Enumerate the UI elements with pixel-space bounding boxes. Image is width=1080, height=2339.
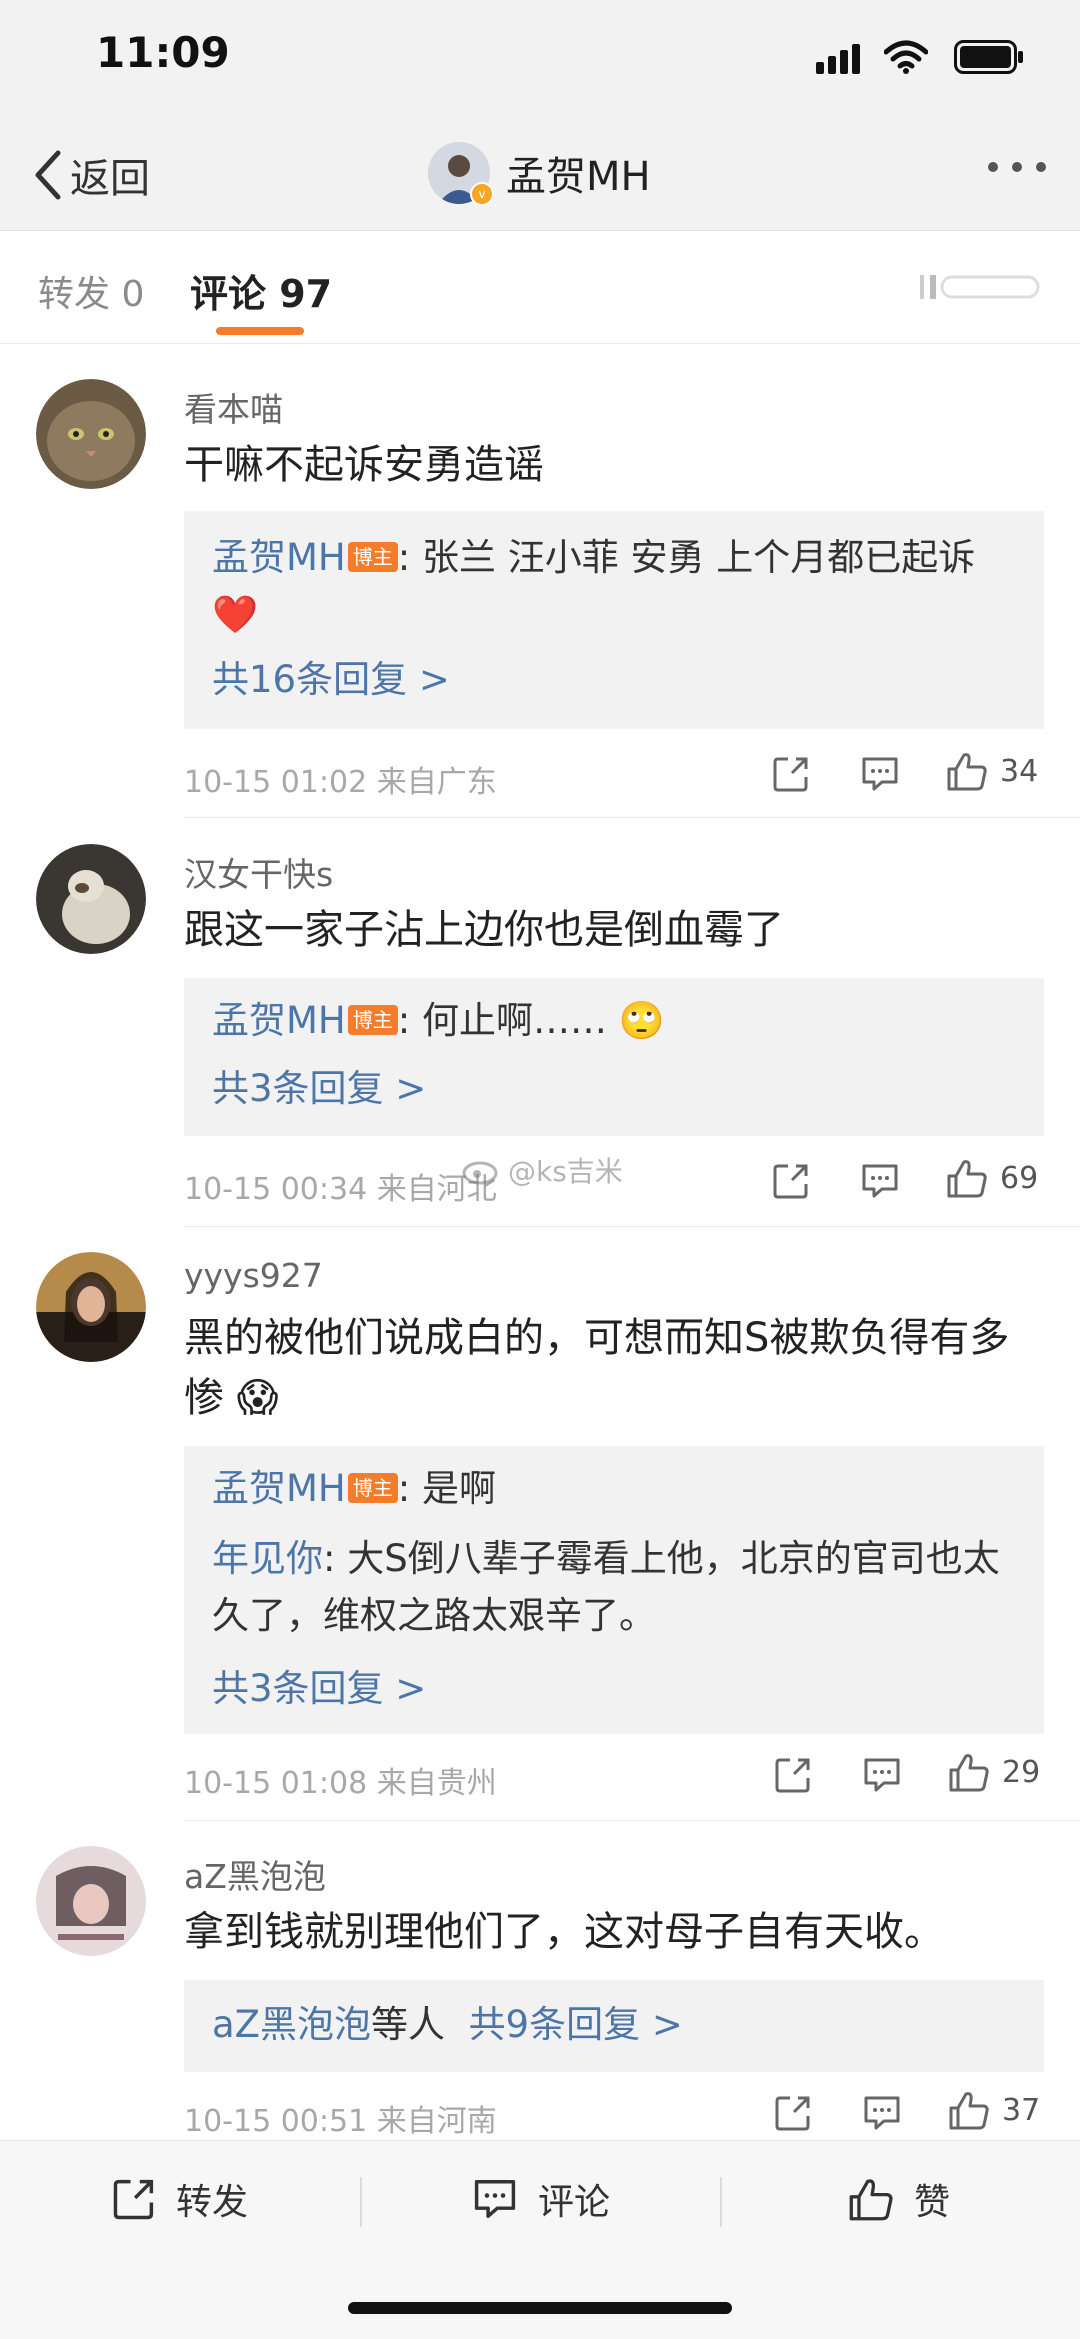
reply-line: 孟贺MH 博主: 张兰 汪小菲 安勇 上个月都已起诉 ❤️ [212, 529, 1018, 643]
sort-toggle-icon[interactable] [920, 275, 1040, 299]
comment-username[interactable]: aZ黑泡泡 [184, 1850, 326, 1898]
reply-text: : 是啊 [397, 1467, 496, 1510]
tab-comments[interactable]: 评论 97 [190, 263, 332, 318]
comment-icon [474, 2180, 516, 2218]
like-count: 34 [1000, 753, 1039, 789]
comment-icon[interactable] [860, 1162, 900, 1200]
separator [720, 2177, 722, 2227]
like-count: 37 [1002, 2092, 1041, 2128]
tab-bar: 转发 0 评论 97 [0, 231, 1080, 344]
thumbs-up-icon [949, 1754, 989, 1792]
share-icon [113, 2179, 154, 2220]
author-badge: 博主 [347, 542, 398, 572]
comment-button[interactable]: 评论 [472, 2173, 610, 2225]
comment-text: 黑的被他们说成白的，可想而知S被欺负得有多惨 😱 [184, 1315, 1010, 1421]
reply-text: : 何止啊…… 🙄 [397, 999, 665, 1042]
thumbs-up-icon [947, 1160, 987, 1198]
reply-author[interactable]: 孟贺MH [212, 999, 346, 1042]
weibo-logo-icon [462, 1161, 498, 1185]
verified-icon: v [470, 182, 494, 206]
comment-label: 评论 [538, 2182, 611, 2223]
reply-author[interactable]: 孟贺MH [212, 536, 346, 579]
thumbs-up-icon [849, 2179, 893, 2221]
reply-preview-box[interactable]: 孟贺MH 博主: 张兰 汪小菲 安勇 上个月都已起诉 ❤️ 共16条回复 > [184, 511, 1044, 729]
comment-meta: 10-15 00:34 来自河北 [184, 1172, 497, 1207]
active-tab-indicator [216, 327, 304, 335]
signal-icon [816, 44, 860, 74]
chevron-left-icon [35, 150, 61, 200]
thumbs-up-icon [947, 753, 987, 791]
comment-divider [184, 817, 1080, 818]
like-button[interactable]: 37 [948, 2090, 1040, 2130]
reply-line: 孟贺MH 博主: 是啊 [212, 1460, 1018, 1517]
repost-button[interactable]: 转发 [112, 2173, 248, 2225]
reply-line: 年见你: 大S倒八辈子霉看上他，北京的官司也太久了，维权之路太艰辛了。 [212, 1530, 1018, 1644]
comment-divider [184, 1820, 1080, 1821]
reply-owner[interactable]: aZ黑泡泡 [212, 2003, 371, 2046]
comment-text: 跟这一家子沾上边你也是倒血霉了 [184, 907, 784, 953]
account-header[interactable]: v 孟贺MH [428, 142, 651, 206]
like-button[interactable]: 34 [946, 751, 1038, 791]
reply-author[interactable]: 年见你 [212, 1537, 323, 1580]
battery-icon [954, 40, 1023, 74]
watermark-text: @ks吉米 [508, 1155, 623, 1188]
like-button[interactable]: 赞 [848, 2173, 950, 2225]
author-badge: 博主 [347, 1005, 398, 1035]
reply-preview-box[interactable]: 孟贺MH 博主: 何止啊…… 🙄 共3条回复 > [184, 978, 1044, 1136]
user-avatar[interactable] [36, 1846, 146, 1956]
more-icon[interactable] [986, 160, 1048, 174]
reply-author[interactable]: 孟贺MH [212, 1467, 346, 1510]
like-count: 69 [1000, 1160, 1039, 1196]
separator [360, 2177, 362, 2227]
reply-count-link[interactable]: 共16条回复 > [212, 651, 1018, 708]
back-label: 返回 [70, 156, 150, 202]
reply-count-link[interactable]: 共9条回复 > [469, 2003, 683, 2046]
user-avatar[interactable] [36, 1252, 146, 1362]
share-icon[interactable] [772, 755, 810, 793]
share-icon[interactable] [774, 2094, 812, 2132]
reply-text: : 大S倒八辈子霉看上他，北京的官司也太久了，维权之路太艰辛了。 [212, 1537, 1000, 1637]
back-button[interactable]: 返回 [30, 146, 150, 204]
watermark: @ks吉米 [462, 1150, 623, 1190]
like-button[interactable]: 29 [948, 1752, 1040, 1792]
account-avatar: v [428, 142, 494, 206]
comment-username[interactable]: 汉女干快s [184, 848, 333, 896]
like-label: 赞 [914, 2182, 951, 2223]
author-badge: 博主 [347, 1473, 398, 1503]
reply-line: aZ黑泡泡等人 共9条回复 > [212, 1996, 1018, 2053]
reply-preview-box[interactable]: 孟贺MH 博主: 是啊 年见你: 大S倒八辈子霉看上他，北京的官司也太久了，维权之… [184, 1446, 1044, 1734]
user-avatar[interactable] [36, 844, 146, 954]
comment-meta: 10-15 00:51 来自河南 [184, 2104, 497, 2139]
reply-owner-suffix: 等人 [371, 2003, 446, 2046]
like-button[interactable]: 69 [946, 1158, 1038, 1198]
reply-count-link[interactable]: 共3条回复 > [212, 1660, 1018, 1717]
repost-label: 转发 [176, 2182, 249, 2223]
status-bar: 11:09 [0, 0, 1080, 120]
comment-meta: 10-15 01:02 来自广东 [184, 765, 497, 800]
reply-count-link[interactable]: 共3条回复 > [212, 1060, 1018, 1117]
comment-meta: 10-15 01:08 来自贵州 [184, 1766, 497, 1801]
wifi-icon [884, 40, 928, 74]
comment-username[interactable]: 看本喵 [184, 383, 283, 431]
account-name: 孟贺MH [506, 154, 651, 200]
comment-icon[interactable] [862, 2094, 902, 2132]
share-icon[interactable] [774, 1756, 812, 1794]
reply-line: 孟贺MH 博主: 何止啊…… 🙄 [212, 992, 1018, 1049]
comment-text: 干嘛不起诉安勇造谣 [184, 442, 544, 488]
tab-repost[interactable]: 转发 0 [38, 265, 144, 317]
like-count: 29 [1002, 1754, 1041, 1790]
status-time: 11:09 [96, 28, 230, 77]
share-icon[interactable] [772, 1162, 810, 1200]
user-avatar[interactable] [36, 379, 146, 489]
comment-username[interactable]: yyys927 [184, 1256, 323, 1295]
thumbs-up-icon [949, 2092, 989, 2130]
comment-divider [184, 1226, 1080, 1227]
comment-text: 拿到钱就别理他们了，这对母子自有天收。 [184, 1909, 944, 1955]
comment-icon[interactable] [860, 755, 900, 793]
nav-bar: 返回 v 孟贺MH [0, 120, 1080, 231]
comment-icon[interactable] [862, 1756, 902, 1794]
reply-preview-box[interactable]: aZ黑泡泡等人 共9条回复 > [184, 1980, 1044, 2072]
home-indicator[interactable] [348, 2302, 732, 2314]
